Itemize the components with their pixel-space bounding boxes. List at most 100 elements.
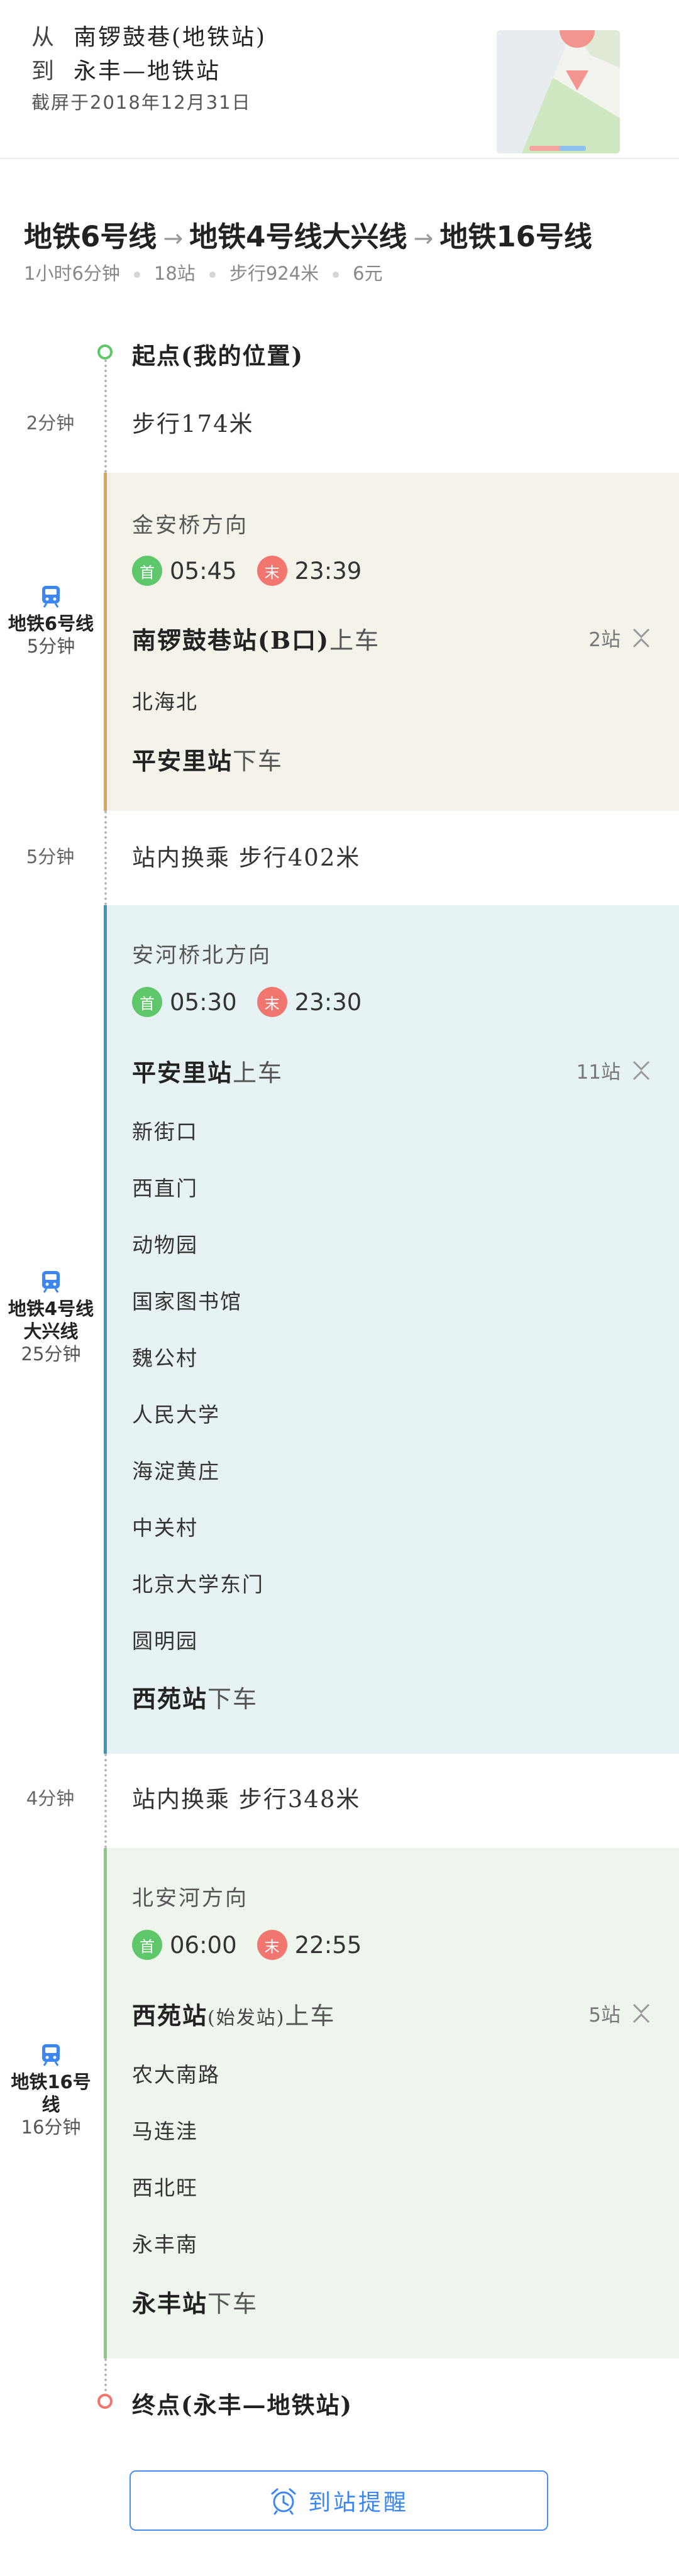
station-item: 魏公村 xyxy=(132,1346,198,1370)
board-action: 上车 xyxy=(329,627,380,654)
line4-bar xyxy=(104,905,107,1754)
stop-count-toggle[interactable]: 11站 xyxy=(577,1056,651,1084)
segment-line4: 安河桥北方向 首 05:30 末 23:30 平安里站上车 11站 新街口 西直… xyxy=(104,905,679,1754)
direction: 安河桥北方向 xyxy=(132,943,272,968)
route-header: 从南锣鼓巷(地铁站) 到永丰—地铁站 截屏于2018年12月31日 xyxy=(0,0,679,159)
total-price: 6元 xyxy=(353,263,383,284)
service-times: 首 05:30 末 23:30 xyxy=(132,987,362,1017)
separator-dot xyxy=(133,272,140,278)
station-item: 动物园 xyxy=(132,1233,198,1257)
total-time: 1小时6分钟 xyxy=(24,263,120,284)
first-train-time: 05:45 xyxy=(170,557,237,585)
service-times: 首 05:45 末 23:39 xyxy=(132,556,362,586)
service-times: 首 06:00 末 22:55 xyxy=(132,1930,362,1960)
transfer-duration: 4分钟 xyxy=(26,1788,75,1809)
direction: 北安河方向 xyxy=(132,1886,248,1911)
arrival-reminder-label: 到站提醒 xyxy=(307,2490,409,2516)
station-item: 圆明园 xyxy=(132,1629,198,1653)
transfer-connector xyxy=(104,1754,107,1848)
first-train-badge: 首 xyxy=(132,987,162,1017)
subway-icon xyxy=(42,586,60,608)
first-train-time: 06:00 xyxy=(170,1931,237,1959)
to-row: 到永丰—地铁站 xyxy=(31,53,221,85)
walk-connector xyxy=(104,360,107,473)
arrow-right-icon: → xyxy=(413,224,434,252)
stop-count: 2站 xyxy=(588,629,621,651)
transfer-text: 站内换乘 步行348米 xyxy=(132,1786,361,1813)
alight-action: 下车 xyxy=(207,1685,258,1713)
segment-line6: 金安桥方向 首 05:45 末 23:39 南锣鼓巷站(B口)上车 2站 北海北… xyxy=(104,473,679,811)
first-train-badge: 首 xyxy=(132,556,162,586)
last-train-badge: 末 xyxy=(257,556,287,586)
first-train-time: 05:30 xyxy=(170,988,237,1016)
stop-count-toggle[interactable]: 2站 xyxy=(588,624,651,652)
station-item: 北京大学东门 xyxy=(132,1572,264,1597)
alight-station: 永丰站下车 xyxy=(132,2284,258,2319)
start-dot-icon xyxy=(97,344,113,360)
board-station-note: (始发站) xyxy=(207,2007,285,2029)
route-line-2: 地铁4号线大兴线 xyxy=(189,220,407,253)
line-name: 地铁4号线大兴线 xyxy=(8,1298,94,1342)
station-item: 国家图书馆 xyxy=(132,1289,242,1314)
to-label: 到 xyxy=(31,58,57,84)
station-item: 海淀黄庄 xyxy=(132,1459,220,1483)
map-icon xyxy=(497,30,620,153)
stop-count-toggle[interactable]: 5站 xyxy=(588,1999,651,2027)
last-train-time: 23:30 xyxy=(294,988,362,1016)
arrival-reminder-button[interactable]: 到站提醒 xyxy=(130,2470,548,2531)
station-item: 新街口 xyxy=(132,1120,198,1144)
line-duration: 25分钟 xyxy=(21,1343,81,1365)
direction: 金安桥方向 xyxy=(132,513,248,538)
transfer-text: 站内换乘 步行402米 xyxy=(132,844,361,871)
collapse-chevron-icon xyxy=(632,628,650,647)
end-point: 终点(永丰—地铁站) xyxy=(132,2391,353,2419)
last-train-time: 22:55 xyxy=(294,1931,362,1959)
segment-line16: 北安河方向 首 06:00 末 22:55 西苑站(始发站)上车 5站 农大南路… xyxy=(104,1848,679,2359)
from-value: 南锣鼓巷(地铁站) xyxy=(74,25,267,50)
line16-bar xyxy=(104,1848,107,2359)
route-line-1: 地铁6号线 xyxy=(24,220,157,253)
station-item: 北海北 xyxy=(132,690,198,714)
station-item: 人民大学 xyxy=(132,1402,220,1427)
station-item: 农大南路 xyxy=(132,2062,220,2087)
route-line-3: 地铁16号线 xyxy=(439,220,592,253)
transfer-duration: 5分钟 xyxy=(26,846,75,867)
alight-station-name: 平安里站 xyxy=(132,747,233,775)
route-meta: 1小时6分钟 18站 步行924米 6元 xyxy=(24,259,383,285)
alight-station: 西苑站下车 xyxy=(132,1680,258,1714)
station-item: 马连洼 xyxy=(132,2119,198,2144)
first-train-badge: 首 xyxy=(132,1930,162,1960)
station-item: 中关村 xyxy=(132,1516,198,1540)
walk-text: 步行174米 xyxy=(132,410,254,438)
alight-station-name: 永丰站 xyxy=(132,2289,208,2318)
subway-icon xyxy=(42,2044,60,2066)
board-station: 平安里站上车 xyxy=(132,1054,283,1088)
last-train-time: 23:39 xyxy=(294,557,362,585)
route-title: 地铁6号线 → 地铁4号线大兴线 → 地铁16号线 xyxy=(24,214,592,255)
last-train-badge: 末 xyxy=(257,987,287,1017)
arrow-right-icon: → xyxy=(163,224,184,252)
board-station: 南锣鼓巷站(B口)上车 xyxy=(132,621,380,656)
end-dot-icon xyxy=(97,2394,113,2409)
map-thumbnail[interactable] xyxy=(497,30,620,153)
collapse-chevron-icon xyxy=(632,2003,650,2023)
line-duration: 16分钟 xyxy=(21,2116,81,2138)
separator-dot xyxy=(333,272,340,278)
alight-station-name: 西苑站 xyxy=(132,1685,208,1713)
separator-dot xyxy=(209,272,216,278)
collapse-chevron-icon xyxy=(632,1060,650,1080)
line-name: 地铁16号线 xyxy=(11,2071,91,2115)
walk-duration: 2分钟 xyxy=(26,412,75,434)
start-point: 起点(我的位置) xyxy=(132,342,304,370)
to-value: 永丰—地铁站 xyxy=(74,58,221,84)
station-item: 西直门 xyxy=(132,1176,198,1201)
total-walk: 步行924米 xyxy=(229,263,319,284)
station-item: 西北旺 xyxy=(132,2176,198,2200)
total-stops: 18站 xyxy=(153,263,196,284)
line-name: 地铁6号线 xyxy=(8,613,94,634)
alight-action: 下车 xyxy=(233,747,284,775)
station-item: 永丰南 xyxy=(132,2232,198,2257)
board-station-name: 南锣鼓巷站(B口) xyxy=(132,626,330,654)
board-action: 上车 xyxy=(233,1059,284,1087)
from-row: 从南锣鼓巷(地铁站) xyxy=(31,19,267,52)
